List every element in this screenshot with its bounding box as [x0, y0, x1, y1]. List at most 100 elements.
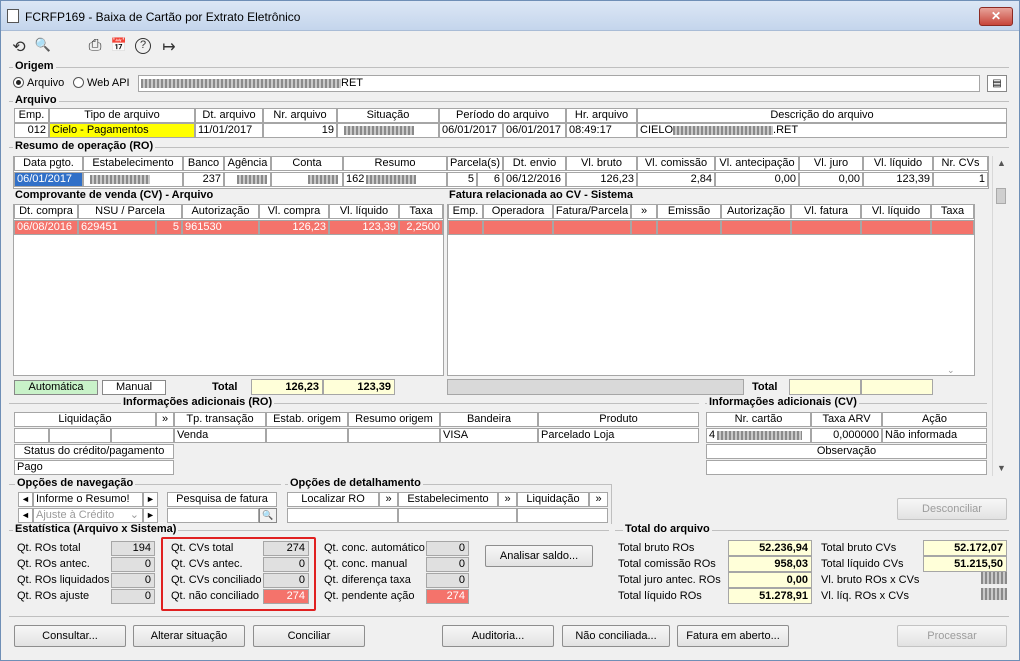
cv-row-nsu[interactable]: 629451 [78, 220, 156, 235]
arquivo-hr[interactable]: 08:49:17 [566, 123, 637, 138]
detalhe-input-2[interactable] [398, 508, 517, 523]
arquivo-periodo-ini[interactable]: 06/01/2017 [439, 123, 503, 138]
alterar-situacao-button[interactable]: Alterar situação [133, 625, 245, 647]
ro-parcela-b[interactable]: 6 [477, 172, 503, 187]
ro-nrcvs[interactable]: 1 [933, 172, 988, 187]
scroll-down-icon[interactable]: ▼ [994, 461, 1009, 476]
estabelecimento-button[interactable]: Estabelecimento [398, 492, 498, 507]
cv-row-dt[interactable]: 06/08/2016 [14, 220, 78, 235]
ro-resumo[interactable]: 162 [343, 172, 447, 187]
inforo-estab[interactable] [266, 428, 348, 443]
infocv-taxa[interactable]: 0,000000 [811, 428, 882, 443]
arquivo-emp[interactable]: 012 [14, 123, 49, 138]
nav-next2-icon[interactable]: ► [143, 508, 158, 523]
localizar-ro-expand[interactable]: » [379, 492, 398, 507]
liquidacao-expand[interactable]: » [589, 492, 608, 507]
arquivo-dt[interactable]: 11/01/2017 [195, 123, 263, 138]
cv-row-aut[interactable]: 961530 [182, 220, 259, 235]
radio-webapi[interactable]: Web API [73, 77, 130, 89]
inforo-status[interactable]: Pago [14, 460, 174, 475]
browse-icon[interactable]: ▤ [987, 75, 1007, 92]
inforo-produto[interactable]: Parcelado Loja [538, 428, 699, 443]
inforo-tp[interactable]: Venda [174, 428, 266, 443]
chevron-down-icon[interactable]: ⌄ [947, 365, 955, 376]
infocv-acao[interactable]: Não informada [882, 428, 987, 443]
ro-data[interactable]: 06/01/2017 [14, 172, 83, 187]
conciliar-button[interactable]: Conciliar [253, 625, 365, 647]
ro-estab[interactable] [83, 172, 183, 187]
arquivo-tipo[interactable]: Cielo - Pagamentos [49, 123, 195, 138]
liquidacao-button[interactable]: Liquidação [517, 492, 589, 507]
cv-label: Comprovante de venda (CV) - Arquivo [13, 189, 216, 201]
ro-juro[interactable]: 0,00 [799, 172, 863, 187]
search-fatura-icon[interactable]: 🔍 [259, 508, 277, 523]
tot-bruto-cvs-label: Total bruto CVs [821, 542, 897, 554]
close-button[interactable]: ✕ [979, 7, 1013, 26]
print-icon[interactable]: ⎙ [85, 37, 105, 55]
detalhe-input-1[interactable] [287, 508, 398, 523]
ro-liquido[interactable]: 123,39 [863, 172, 933, 187]
estabelecimento-expand[interactable]: » [498, 492, 517, 507]
inforo-liq-a[interactable] [14, 428, 49, 443]
estat-label: Estatística (Arquivo x Sistema) [13, 523, 179, 535]
inforo-col-expand[interactable]: » [156, 412, 174, 427]
search-icon[interactable]: 🔍 [33, 37, 53, 53]
vertical-scrollbar[interactable]: ▲ ▼ [992, 156, 1009, 476]
ro-envio[interactable]: 06/12/2016 [503, 172, 566, 187]
fat-row-taxa[interactable] [931, 220, 974, 235]
cv-row-compra[interactable]: 126,23 [259, 220, 329, 235]
help-icon[interactable]: ? [135, 38, 151, 54]
nav-prev2-icon[interactable]: ◄ [18, 508, 33, 523]
auditoria-button[interactable]: Auditoria... [442, 625, 554, 647]
cv-row-parc[interactable]: 5 [156, 220, 182, 235]
fat-col-expand[interactable]: » [631, 204, 657, 219]
fat-row-fatura[interactable] [553, 220, 631, 235]
fat-row-operadora[interactable] [483, 220, 553, 235]
detalhe-input-3[interactable] [517, 508, 608, 523]
infocv-obs[interactable] [706, 460, 987, 475]
nav-resumo-select[interactable]: Informe o Resumo! [33, 492, 143, 507]
arquivo-periodo-fim[interactable]: 06/01/2017 [503, 123, 566, 138]
cv-row-taxa[interactable]: 2,2500 [399, 220, 443, 235]
inforo-liq-b[interactable] [49, 428, 111, 443]
calendar-icon[interactable]: 📅 [109, 37, 129, 53]
ro-agencia[interactable] [224, 172, 271, 187]
fat-row-aut[interactable] [721, 220, 791, 235]
desconciliar-button[interactable]: Desconciliar [897, 498, 1007, 520]
scroll-up-icon[interactable]: ▲ [994, 156, 1009, 171]
localizar-ro-button[interactable]: Localizar RO [287, 492, 379, 507]
inforo-liq-c[interactable] [111, 428, 174, 443]
processar-button[interactable]: Processar [897, 625, 1007, 647]
fat-row-emissao[interactable] [657, 220, 721, 235]
inforo-bandeira[interactable]: VISA [440, 428, 538, 443]
fat-row-liquido[interactable] [861, 220, 931, 235]
ro-bruto[interactable]: 126,23 [566, 172, 637, 187]
ro-conta[interactable] [271, 172, 343, 187]
analisar-saldo-button[interactable]: Analisar saldo... [485, 545, 593, 567]
ro-parcela-a[interactable]: 5 [447, 172, 477, 187]
nao-conciliada-button[interactable]: Não conciliada... [562, 625, 670, 647]
inforo-resumo[interactable] [348, 428, 440, 443]
pesquisa-fatura-input[interactable] [167, 508, 259, 523]
consultar-button[interactable]: Consultar... [14, 625, 126, 647]
arquivo-nr[interactable]: 19 [263, 123, 337, 138]
fat-row-vlfatura[interactable] [791, 220, 861, 235]
ro-banco[interactable]: 237 [183, 172, 224, 187]
arquivo-descricao[interactable]: CIELO .RET [637, 123, 1007, 138]
arquivo-situacao[interactable] [337, 123, 439, 138]
fat-row-expand[interactable] [631, 220, 657, 235]
nav-ajuste-select[interactable]: Ajuste à Crédito ⌄ [33, 508, 143, 523]
exit-icon[interactable]: ↦ [159, 37, 179, 57]
undo-icon[interactable]: ⟲ [9, 37, 29, 57]
radio-arquivo[interactable]: Arquivo [13, 77, 64, 89]
cv-row-liquido[interactable]: 123,39 [329, 220, 399, 235]
fat-row-emp[interactable] [448, 220, 483, 235]
nav-next-icon[interactable]: ► [143, 492, 158, 507]
scroll-thumb[interactable] [996, 188, 1006, 204]
fatura-aberto-button[interactable]: Fatura em aberto... [677, 625, 789, 647]
ro-comissao[interactable]: 2,84 [637, 172, 715, 187]
file-path-input[interactable]: RET [138, 75, 980, 92]
ro-antecipacao[interactable]: 0,00 [715, 172, 799, 187]
nav-prev-icon[interactable]: ◄ [18, 492, 33, 507]
infocv-cartao[interactable]: 4 [706, 428, 811, 443]
